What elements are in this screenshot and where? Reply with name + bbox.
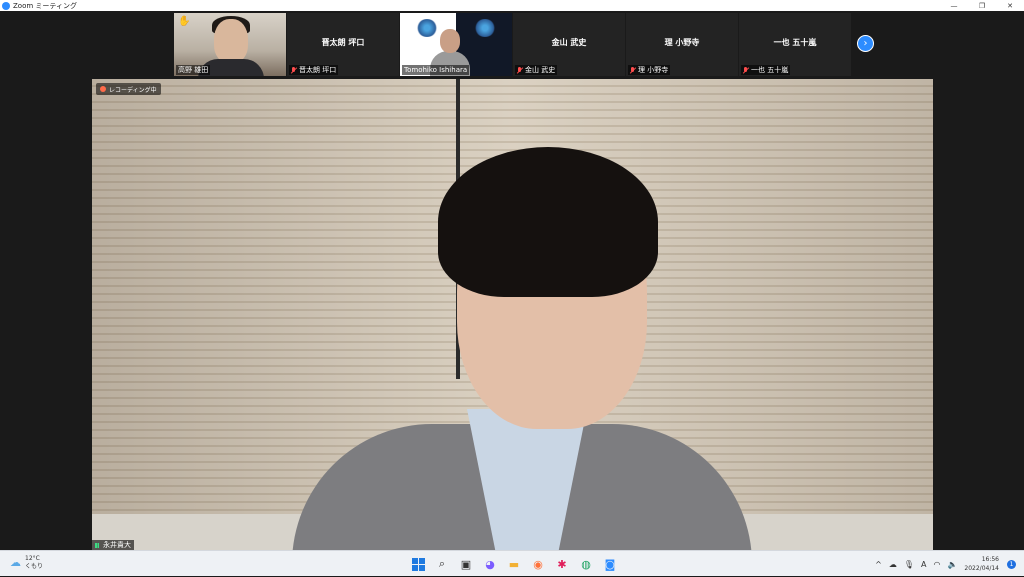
participant-name: 金山 武史 <box>525 66 556 74</box>
taskbar: ☁ 12°C くもり ⌕ ▣ ◕ ▬ ◉ ✱ ◍ ◙ ^ ☁ 🎙 A ◠ 🔈 1… <box>0 550 1024 576</box>
participant-display-name: 一也 五十嵐 <box>773 38 817 47</box>
zoom-icon: ◙ <box>604 557 616 571</box>
participant-tile[interactable]: 金山 武史 金山 武史 <box>513 13 625 76</box>
chat-button[interactable]: ◕ <box>480 554 500 574</box>
participant-name-tag: 金山 武史 <box>515 65 558 75</box>
system-tray: ^ ☁ 🎙 A ◠ 🔈 16:56 2022/04/14 1 <box>875 551 1024 577</box>
active-speaker-video[interactable] <box>92 79 933 550</box>
mic-muted-icon <box>291 66 297 74</box>
chevron-up-icon[interactable]: ^ <box>875 560 882 569</box>
minimize-button[interactable]: — <box>940 0 968 11</box>
participant-name: 高野 雄田 <box>178 66 209 74</box>
participant-display-name: 金山 武史 <box>551 38 587 47</box>
chevron-right-icon: › <box>863 38 868 49</box>
file-explorer-button[interactable]: ▬ <box>504 554 524 574</box>
cloud-icon: ☁ <box>10 556 21 569</box>
zoom-taskbar-button[interactable]: ◙ <box>600 554 620 574</box>
wifi-icon[interactable]: ◠ <box>933 560 940 569</box>
participant-name-tag: 晋太朗 坪口 <box>289 65 339 75</box>
active-speaker-name: 永井貴大 <box>103 541 131 549</box>
slack-icon: ✱ <box>557 557 567 571</box>
zoom-app-icon <box>2 1 10 10</box>
weather-widget[interactable]: ☁ 12°C くもり <box>10 555 43 571</box>
firefox-icon: ◉ <box>533 557 543 571</box>
participant-video <box>440 29 460 53</box>
browser-button[interactable]: ◍ <box>576 554 596 574</box>
participant-name: 一也 五十嵐 <box>751 66 789 74</box>
recording-dot-icon <box>100 86 106 92</box>
window-controls: — ❐ ✕ <box>940 0 1024 11</box>
clock-date: 2022/04/14 <box>964 565 999 572</box>
gallery-strip: ✋ 高野 雄田 晋太朗 坪口 晋太朗 坪口 Tomohiko Ishihara <box>174 13 852 76</box>
participant-name-tag: 高野 雄田 <box>176 65 211 75</box>
microphone-icon[interactable]: 🎙 <box>904 560 914 569</box>
meeting-area: ✋ 高野 雄田 晋太朗 坪口 晋太朗 坪口 Tomohiko Ishihara <box>0 11 1024 550</box>
volume-icon[interactable]: 🔈 <box>947 560 957 569</box>
mic-muted-icon <box>517 66 523 74</box>
clock[interactable]: 16:56 2022/04/14 <box>964 555 999 573</box>
participant-name: 理 小野寺 <box>638 66 669 74</box>
taskbar-apps: ⌕ ▣ ◕ ▬ ◉ ✱ ◍ ◙ <box>408 554 624 574</box>
onedrive-icon[interactable]: ☁ <box>889 560 897 569</box>
slide-logo-icon <box>474 19 496 37</box>
participant-tile[interactable]: ✋ 高野 雄田 <box>174 13 286 76</box>
active-speaker-name-tag: 永井貴大 <box>92 540 134 550</box>
mic-muted-icon <box>630 66 636 74</box>
ime-indicator[interactable]: A <box>921 560 926 569</box>
participant-tile[interactable]: 晋太朗 坪口 晋太朗 坪口 <box>287 13 399 76</box>
maximize-button[interactable]: ❐ <box>968 0 996 11</box>
firefox-button[interactable]: ◉ <box>528 554 548 574</box>
task-view-button[interactable]: ▣ <box>456 554 476 574</box>
signal-strength-icon <box>95 542 101 548</box>
windows-logo-icon <box>411 557 425 571</box>
weather-temp: 12°C <box>25 555 40 562</box>
search-button[interactable]: ⌕ <box>432 554 452 574</box>
chat-icon: ◕ <box>485 557 495 571</box>
raise-hand-icon: ✋ <box>178 16 191 27</box>
clock-time: 16:56 <box>981 556 999 563</box>
participant-tile[interactable]: Tomohiko Ishihara <box>400 13 512 76</box>
participant-tile[interactable]: 一也 五十嵐 一也 五十嵐 <box>739 13 851 76</box>
browser-icon: ◍ <box>581 557 591 571</box>
participant-display-name: 晋太朗 坪口 <box>321 38 365 47</box>
mic-muted-icon <box>743 66 749 74</box>
search-icon: ⌕ <box>438 557 446 570</box>
window-title: Zoom ミーティング <box>13 1 77 10</box>
recording-label: レコーディング中 <box>109 86 157 94</box>
close-button[interactable]: ✕ <box>996 0 1024 11</box>
weather-condition: くもり <box>25 563 44 570</box>
task-view-icon: ▣ <box>460 557 472 571</box>
participant-name-tag: 理 小野寺 <box>628 65 671 75</box>
participant-name: 晋太朗 坪口 <box>299 66 337 74</box>
folder-icon: ▬ <box>508 557 520 571</box>
participant-display-name: 理 小野寺 <box>664 38 700 47</box>
participant-name-tag: 一也 五十嵐 <box>741 65 791 75</box>
notification-badge[interactable]: 1 <box>1007 559 1016 569</box>
participant-name-tag: Tomohiko Ishihara <box>402 65 470 75</box>
window-title-bar: Zoom ミーティング — ❐ ✕ <box>0 0 1024 11</box>
slide-logo-icon <box>416 19 438 37</box>
participant-name: Tomohiko Ishihara <box>404 66 468 74</box>
gallery-next-button[interactable]: › <box>857 35 874 52</box>
participant-tile[interactable]: 理 小野寺 理 小野寺 <box>626 13 738 76</box>
slack-button[interactable]: ✱ <box>552 554 572 574</box>
recording-indicator: レコーディング中 <box>96 83 161 95</box>
start-button[interactable] <box>408 554 428 574</box>
